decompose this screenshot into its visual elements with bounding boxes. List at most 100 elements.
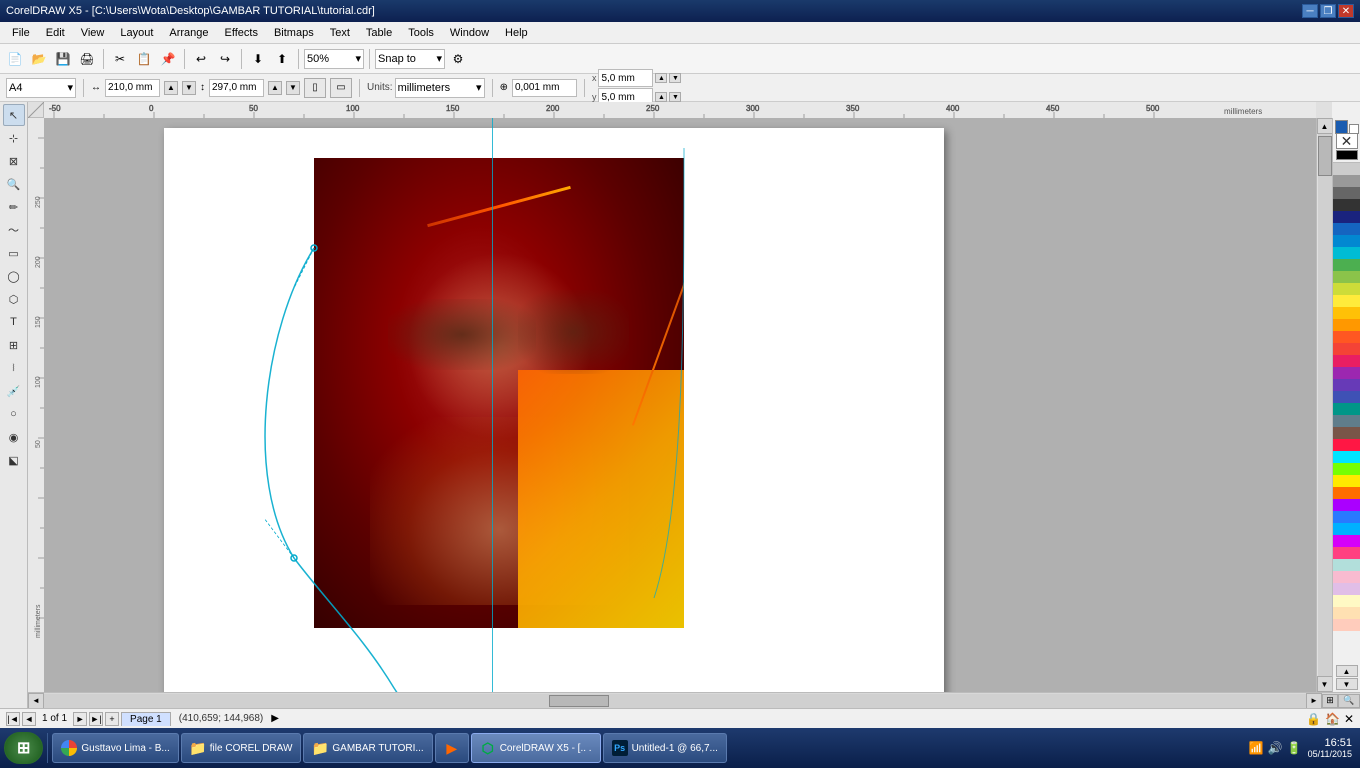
scroll-up-button[interactable]: ▲ xyxy=(1317,118,1333,134)
color-swatch[interactable] xyxy=(1333,571,1360,583)
tool-fill[interactable]: ◉ xyxy=(3,426,25,448)
palette-scroll-up[interactable]: ▲ xyxy=(1336,665,1358,677)
portrait-button[interactable]: ▯ xyxy=(304,78,326,98)
color-swatch[interactable] xyxy=(1333,535,1360,547)
menu-tools[interactable]: Tools xyxy=(400,25,442,41)
menu-window[interactable]: Window xyxy=(442,25,497,41)
tool-table[interactable]: ⊞ xyxy=(3,334,25,356)
color-swatch[interactable] xyxy=(1333,307,1360,319)
color-swatch[interactable] xyxy=(1333,163,1360,175)
color-swatch[interactable] xyxy=(1333,259,1360,271)
menu-effects[interactable]: Effects xyxy=(217,25,266,41)
tool-eyedropper[interactable]: 💉 xyxy=(3,380,25,402)
color-swatch[interactable] xyxy=(1333,187,1360,199)
tool-select[interactable]: ↖ xyxy=(3,104,25,126)
taskbar-app-folder2[interactable]: 📁 GAMBAR TUTORI... xyxy=(303,733,432,763)
save-button[interactable]: 💾 xyxy=(52,48,74,70)
copy-button[interactable]: 📋 xyxy=(133,48,155,70)
menu-text[interactable]: Text xyxy=(322,25,358,41)
nudgey-increase[interactable]: ▲ xyxy=(655,92,667,102)
tool-polygon[interactable]: ⬡ xyxy=(3,288,25,310)
color-swatch[interactable] xyxy=(1333,247,1360,259)
tool-ellipse[interactable]: ◯ xyxy=(3,265,25,287)
color-swatch[interactable] xyxy=(1333,295,1360,307)
snap-options-button[interactable]: ⚙ xyxy=(447,48,469,70)
color-swatch[interactable] xyxy=(1333,487,1360,499)
new-button[interactable]: 📄 xyxy=(4,48,26,70)
color-swatch[interactable] xyxy=(1333,175,1360,187)
paste-button[interactable]: 📌 xyxy=(157,48,179,70)
color-swatch[interactable] xyxy=(1333,235,1360,247)
paper-size-dropdown[interactable]: A4 ▾ xyxy=(6,78,76,98)
color-swatch[interactable] xyxy=(1333,367,1360,379)
start-button[interactable]: ⊞ xyxy=(4,732,43,764)
right-scrollbar[interactable]: ▲ ▼ xyxy=(1316,118,1332,692)
add-page-button[interactable]: + xyxy=(105,712,119,726)
landscape-button[interactable]: ▭ xyxy=(330,78,352,98)
color-swatch[interactable] xyxy=(1333,583,1360,595)
taskbar-app-photoshop[interactable]: Ps Untitled-1 @ 66,7... xyxy=(603,733,727,763)
page-height-input[interactable] xyxy=(209,79,264,97)
redo-button[interactable]: ↪ xyxy=(214,48,236,70)
minimize-button[interactable]: ─ xyxy=(1302,4,1318,18)
color-swatch[interactable] xyxy=(1333,475,1360,487)
color-swatch[interactable] xyxy=(1333,355,1360,367)
color-swatch[interactable] xyxy=(1333,415,1360,427)
color-swatch[interactable] xyxy=(1333,223,1360,235)
tool-outline[interactable]: ○ xyxy=(3,403,25,425)
color-swatch[interactable] xyxy=(1333,547,1360,559)
taskbar-app-coreldraw[interactable]: ⬡ CorelDRAW X5 - [.. . xyxy=(471,733,601,763)
nudge-input[interactable] xyxy=(512,79,577,97)
taskbar-app-folder1[interactable]: 📁 file COREL DRAW xyxy=(181,733,302,763)
color-swatch[interactable] xyxy=(1333,463,1360,475)
color-swatch[interactable] xyxy=(1333,403,1360,415)
page-tab[interactable]: Page 1 xyxy=(121,712,171,726)
undo-button[interactable]: ↩ xyxy=(190,48,212,70)
scroll-down-button[interactable]: ▼ xyxy=(1317,676,1333,692)
color-swatch[interactable] xyxy=(1333,595,1360,607)
color-swatch[interactable] xyxy=(1333,619,1360,631)
snap-to-dropdown[interactable]: Snap to ▾ xyxy=(375,49,445,69)
import-button[interactable]: ⬇ xyxy=(247,48,269,70)
menu-layout[interactable]: Layout xyxy=(112,25,161,41)
color-swatch[interactable] xyxy=(1333,379,1360,391)
zoom-fit-button[interactable]: ⊞ xyxy=(1322,694,1338,708)
zoom-in-button[interactable]: 🔍 xyxy=(1338,694,1360,708)
color-swatch[interactable] xyxy=(1333,427,1360,439)
tool-interactive[interactable]: ⬕ xyxy=(3,449,25,471)
nudgex-increase[interactable]: ▲ xyxy=(655,73,667,83)
scroll-right-button[interactable]: ► xyxy=(1306,693,1322,709)
nudgex-decrease[interactable]: ▼ xyxy=(669,73,681,83)
color-swatch[interactable] xyxy=(1333,451,1360,463)
menu-bitmaps[interactable]: Bitmaps xyxy=(266,25,322,41)
color-swatch[interactable] xyxy=(1333,331,1360,343)
network-icon[interactable]: 📶 xyxy=(1249,741,1264,755)
height-increase[interactable]: ▲ xyxy=(268,81,282,95)
no-color-swatch[interactable]: ✕ xyxy=(1336,133,1358,149)
color-swatch[interactable] xyxy=(1333,607,1360,619)
tool-rectangle[interactable]: ▭ xyxy=(3,242,25,264)
battery-icon[interactable]: 🔋 xyxy=(1287,741,1302,755)
first-page-button[interactable]: |◄ xyxy=(6,712,20,726)
restore-button[interactable]: ❐ xyxy=(1320,4,1336,18)
page-width-input[interactable] xyxy=(105,79,160,97)
next-page-button[interactable]: ► xyxy=(73,712,87,726)
menu-view[interactable]: View xyxy=(73,25,113,41)
scroll-thumb-h[interactable] xyxy=(549,695,609,707)
prev-page-button[interactable]: ◄ xyxy=(22,712,36,726)
tool-smart-draw[interactable]: 〜 xyxy=(3,219,25,241)
canvas-container[interactable] xyxy=(44,118,1316,692)
play-button[interactable]: ▶ xyxy=(271,713,279,724)
color-swatch[interactable] xyxy=(1333,559,1360,571)
height-decrease[interactable]: ▼ xyxy=(286,81,300,95)
taskbar-app-media[interactable]: ▶ xyxy=(435,733,469,763)
menu-edit[interactable]: Edit xyxy=(38,25,73,41)
color-swatch[interactable] xyxy=(1333,343,1360,355)
scroll-left-button[interactable]: ◄ xyxy=(28,693,44,709)
open-button[interactable]: 📂 xyxy=(28,48,50,70)
color-swatch[interactable] xyxy=(1333,391,1360,403)
width-increase[interactable]: ▲ xyxy=(164,81,178,95)
scroll-thumb-v[interactable] xyxy=(1318,136,1332,176)
close-button[interactable]: ✕ xyxy=(1338,4,1354,18)
tool-node[interactable]: ⊹ xyxy=(3,127,25,149)
